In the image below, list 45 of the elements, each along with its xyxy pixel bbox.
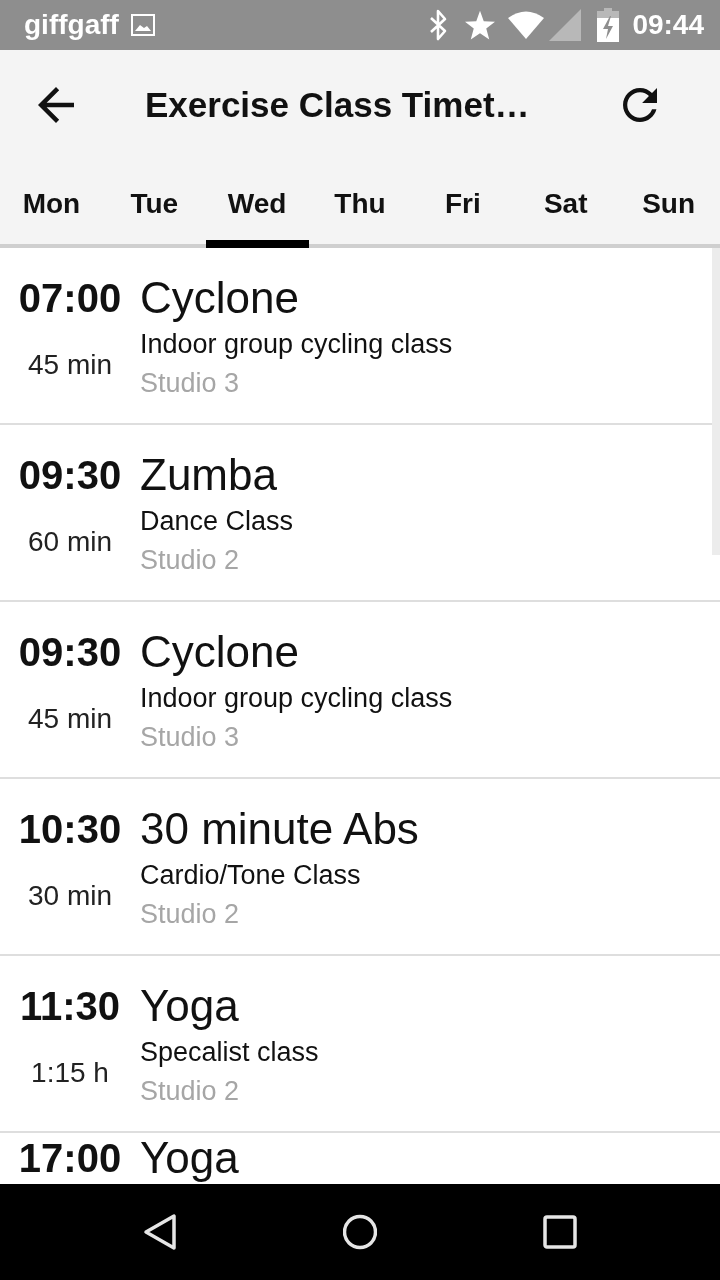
class-location: Studio 2 — [140, 544, 240, 577]
day-tab[interactable]: Sat — [514, 160, 618, 248]
start-time: 09:30 — [18, 629, 122, 676]
class-duration: 30 min — [27, 879, 112, 913]
class-name: Yoga — [140, 1135, 239, 1181]
start-time: 11:30 — [19, 983, 121, 1030]
battery-charging-icon — [597, 8, 620, 42]
class-description: Cardio/Tone Class — [140, 859, 361, 892]
class-location: Studio 2 — [140, 1075, 240, 1108]
class-description: Indoor group cycling class — [140, 328, 453, 361]
class-name: 30 minute Abs — [140, 803, 419, 855]
class-name: Zumba — [140, 449, 277, 501]
class-description: Indoor group cycling class — [140, 682, 453, 715]
class-location: Studio 3 — [140, 367, 240, 400]
class-description: Dance Class — [140, 505, 294, 538]
start-time: 09:30 — [18, 452, 122, 499]
day-tab[interactable]: Fri — [411, 160, 515, 248]
class-name: Cyclone — [140, 272, 299, 324]
back-arrow-icon[interactable] — [38, 87, 74, 123]
day-tab[interactable]: Sun — [617, 160, 720, 248]
class-duration: 60 min — [27, 525, 112, 559]
day-tab[interactable]: Thu — [308, 160, 412, 248]
recents-square-icon[interactable] — [543, 1213, 577, 1251]
class-description: Specalist class — [140, 1036, 319, 1069]
class-duration: 45 min — [27, 348, 112, 382]
screen-title: Exercise Class Timet… — [145, 84, 531, 126]
start-time: 17:00 — [18, 1135, 122, 1181]
image-icon — [130, 14, 155, 36]
class-duration: 45 min — [27, 702, 112, 736]
back-triangle-icon[interactable] — [143, 1213, 177, 1251]
clock-time: 09:44 — [632, 8, 704, 42]
signal-icon — [549, 9, 582, 41]
class-duration: 1:15 h — [31, 1056, 109, 1090]
wifi-icon — [508, 11, 545, 39]
day-tab[interactable]: Mon — [0, 160, 103, 248]
class-location: Studio 3 — [140, 721, 240, 754]
start-time: 07:00 — [18, 275, 122, 322]
class-name: Yoga — [140, 980, 239, 1032]
star-icon — [465, 10, 496, 40]
start-time: 10:30 — [18, 806, 122, 853]
refresh-icon[interactable] — [623, 88, 657, 122]
class-name: Cyclone — [140, 626, 299, 678]
carrier-name: giffgaff — [24, 8, 119, 42]
class-location: Studio 2 — [140, 898, 240, 931]
day-tab[interactable]: Tue — [102, 160, 206, 248]
